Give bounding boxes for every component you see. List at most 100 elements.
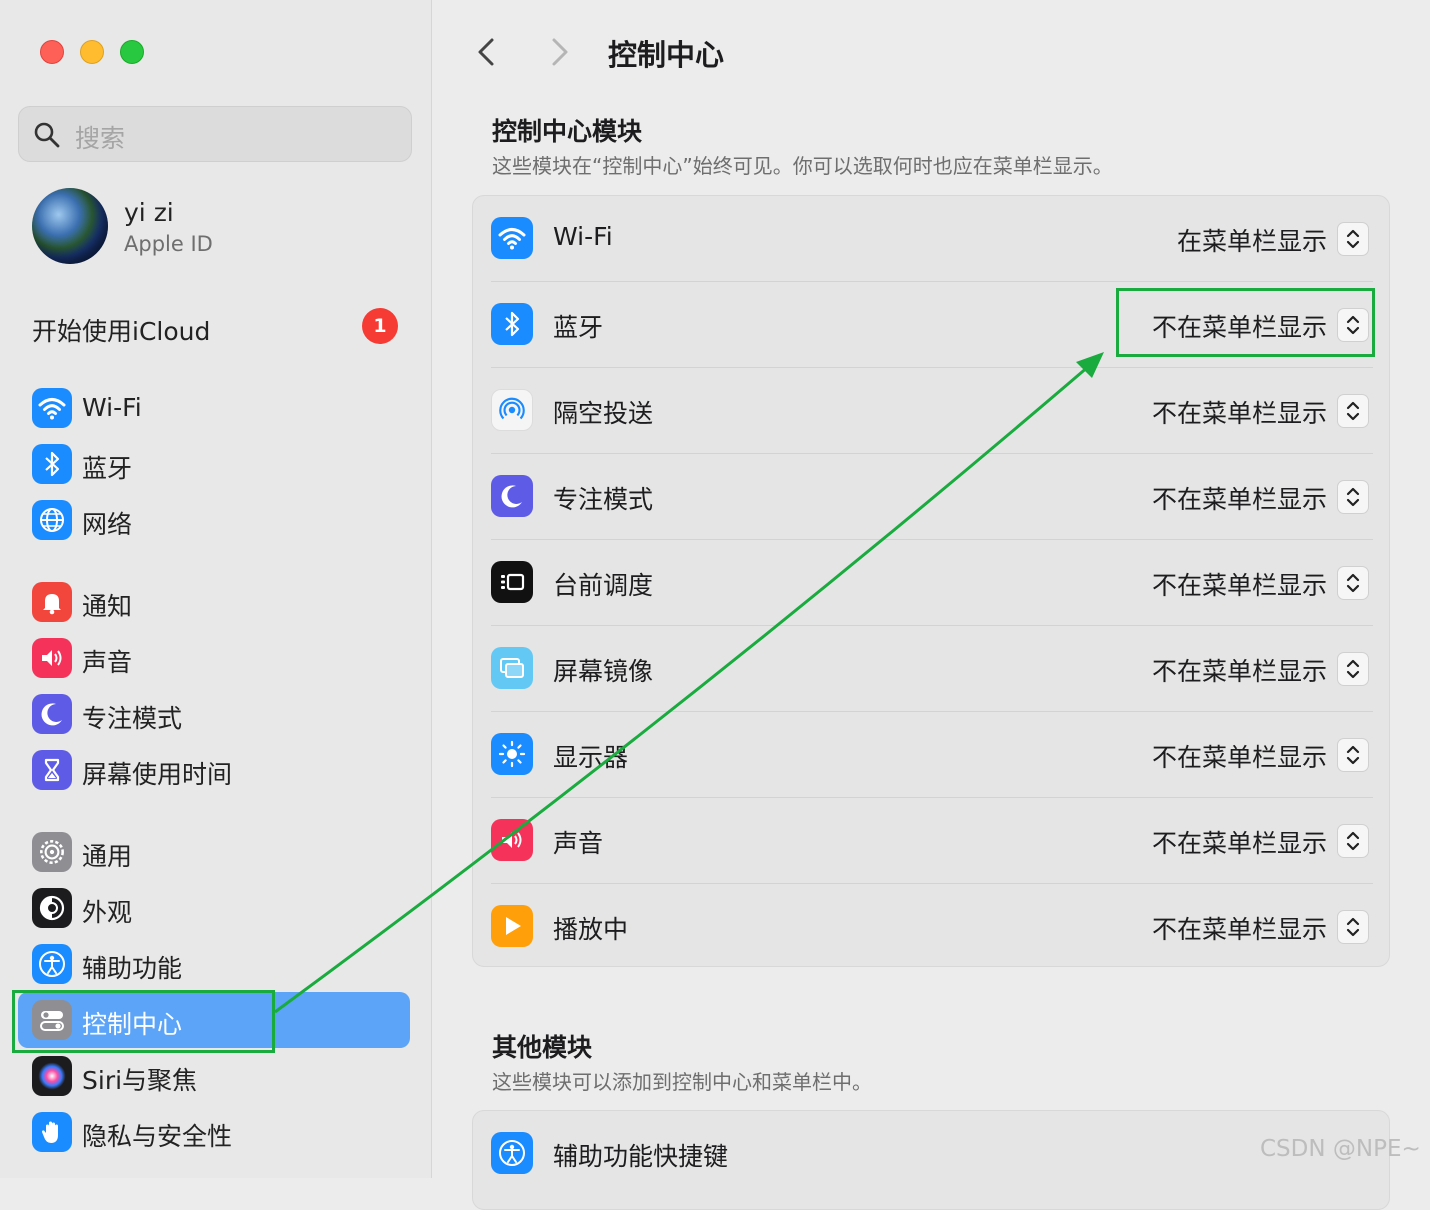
bluetooth-icon: [32, 444, 72, 484]
icloud-setup-link[interactable]: 开始使用iCloud: [32, 312, 210, 348]
module-name: 蓝牙: [553, 313, 604, 342]
wifi-icon: [32, 388, 72, 428]
wifi-icon: [491, 217, 533, 259]
appearance-icon: [32, 888, 72, 928]
chevron-updown-icon[interactable]: [1337, 738, 1369, 772]
siri-icon: [32, 1056, 72, 1096]
module-name: Wi-Fi: [553, 222, 613, 251]
menu-bar-visibility-select[interactable]: 不在菜单栏显示: [1152, 738, 1327, 774]
apple-id-label[interactable]: Apple ID: [124, 232, 213, 256]
chevron-updown-icon[interactable]: [1337, 394, 1369, 428]
avatar[interactable]: [32, 188, 108, 264]
sidebar-item-label: 声音: [82, 648, 133, 677]
chevron-updown-icon[interactable]: [1337, 652, 1369, 686]
search-input[interactable]: 搜索: [18, 106, 412, 162]
zoom-window-button[interactable]: [120, 40, 144, 64]
sidebar-item-label: Wi-Fi: [82, 393, 142, 422]
sidebar-item-label: 外观: [82, 898, 133, 927]
other-section-description: 这些模块可以添加到控制中心和菜单栏中。: [492, 1070, 872, 1094]
speaker-icon: [32, 638, 72, 678]
chevron-updown-icon[interactable]: [1337, 824, 1369, 858]
sidebar-item-appearance[interactable]: 外观: [18, 880, 410, 936]
annotation-highlight-bluetooth-value: [1116, 288, 1375, 357]
module-row-stage-manager: 台前调度 不在菜单栏显示: [473, 540, 1391, 626]
sidebar-item-bluetooth[interactable]: 蓝牙: [18, 436, 410, 492]
module-row-wifi: Wi-Fi 在菜单栏显示: [473, 196, 1391, 282]
user-name[interactable]: yi zi: [124, 198, 174, 227]
menu-bar-visibility-select[interactable]: 不在菜单栏显示: [1152, 566, 1327, 602]
sidebar-item-network[interactable]: 网络: [18, 492, 410, 548]
chevron-updown-icon[interactable]: [1337, 480, 1369, 514]
watermark: CSDN @NPE~: [1260, 1136, 1421, 1162]
sidebar-item-sound[interactable]: 声音: [18, 630, 410, 686]
modules-section-description: 这些模块在“控制中心”始终可见。你可以选取何时也应在菜单栏显示。: [492, 154, 1113, 178]
module-name: 隔空投送: [553, 399, 654, 428]
menu-bar-visibility-select[interactable]: 在菜单栏显示: [1177, 222, 1327, 258]
sidebar-item-privacy-security[interactable]: 隐私与安全性: [18, 1104, 410, 1160]
play-icon: [491, 905, 533, 947]
page-title: 控制中心: [608, 38, 725, 72]
brightness-icon: [491, 733, 533, 775]
hand-icon: [32, 1112, 72, 1152]
speaker-icon: [491, 819, 533, 861]
sidebar-item-focus[interactable]: 专注模式: [18, 686, 410, 742]
other-modules-card: 辅助功能快捷键: [472, 1110, 1390, 1210]
forward-button[interactable]: [544, 34, 574, 70]
chevron-updown-icon[interactable]: [1337, 910, 1369, 944]
module-row-airdrop: 隔空投送 不在菜单栏显示: [473, 368, 1391, 454]
search-icon: [34, 122, 60, 148]
menu-bar-visibility-select[interactable]: 不在菜单栏显示: [1152, 910, 1327, 946]
accessibility-icon: [32, 944, 72, 984]
module-name: 显示器: [553, 743, 629, 772]
hourglass-icon: [32, 750, 72, 790]
sidebar-item-screen-time[interactable]: 屏幕使用时间: [18, 742, 410, 798]
sidebar-item-label: 屏幕使用时间: [82, 760, 233, 789]
module-row-now-playing: 播放中 不在菜单栏显示: [473, 884, 1391, 970]
menu-bar-visibility-select[interactable]: 不在菜单栏显示: [1152, 394, 1327, 430]
module-name: 辅助功能快捷键: [553, 1142, 729, 1171]
sidebar-item-siri-spotlight[interactable]: Siri与聚焦: [18, 1048, 410, 1104]
bell-icon: [32, 582, 72, 622]
menu-bar-visibility-select[interactable]: 不在菜单栏显示: [1152, 824, 1327, 860]
accessibility-icon: [491, 1132, 533, 1174]
sidebar-item-general[interactable]: 通用: [18, 824, 410, 880]
globe-icon: [32, 500, 72, 540]
module-name: 专注模式: [553, 485, 654, 514]
sidebar-item-label: 隐私与安全性: [82, 1122, 233, 1151]
module-row-screen-mirroring: 屏幕镜像 不在菜单栏显示: [473, 626, 1391, 712]
module-row-display: 显示器 不在菜单栏显示: [473, 712, 1391, 798]
back-button[interactable]: [472, 34, 502, 70]
chevron-updown-icon[interactable]: [1337, 566, 1369, 600]
module-row-accessibility-shortcuts: 辅助功能快捷键: [473, 1111, 1391, 1197]
sidebar-item-accessibility[interactable]: 辅助功能: [18, 936, 410, 992]
module-name: 声音: [553, 829, 604, 858]
sidebar-item-notifications[interactable]: 通知: [18, 574, 410, 630]
airdrop-icon: [491, 389, 533, 431]
sidebar-item-label: 通用: [82, 842, 133, 871]
sidebar-item-wifi[interactable]: Wi-Fi: [18, 380, 410, 436]
sidebar-item-label: 辅助功能: [82, 954, 183, 983]
sidebar-item-label: 蓝牙: [82, 454, 133, 483]
notification-badge: 1: [362, 308, 398, 344]
menu-bar-visibility-select[interactable]: 不在菜单栏显示: [1152, 480, 1327, 516]
stage-manager-icon: [491, 561, 533, 603]
main-content: 控制中心 控制中心模块 这些模块在“控制中心”始终可见。你可以选取何时也应在菜单…: [432, 0, 1430, 1210]
other-section-title: 其他模块: [492, 1033, 593, 1062]
close-window-button[interactable]: [40, 40, 64, 64]
sidebar-item-label: 专注模式: [82, 704, 183, 733]
sidebar-item-label: 通知: [82, 592, 133, 621]
moon-icon: [491, 475, 533, 517]
minimize-window-button[interactable]: [80, 40, 104, 64]
module-row-focus: 专注模式 不在菜单栏显示: [473, 454, 1391, 540]
module-name: 屏幕镜像: [553, 657, 654, 686]
screen-mirroring-icon: [491, 647, 533, 689]
gear-icon: [32, 832, 72, 872]
modules-section-title: 控制中心模块: [492, 117, 643, 146]
sidebar-item-label: 网络: [82, 510, 133, 539]
moon-icon: [32, 694, 72, 734]
annotation-highlight-control-center: [12, 990, 275, 1053]
chevron-updown-icon[interactable]: [1337, 222, 1369, 256]
module-name: 台前调度: [553, 571, 654, 600]
menu-bar-visibility-select[interactable]: 不在菜单栏显示: [1152, 652, 1327, 688]
search-placeholder: 搜索: [75, 124, 126, 153]
